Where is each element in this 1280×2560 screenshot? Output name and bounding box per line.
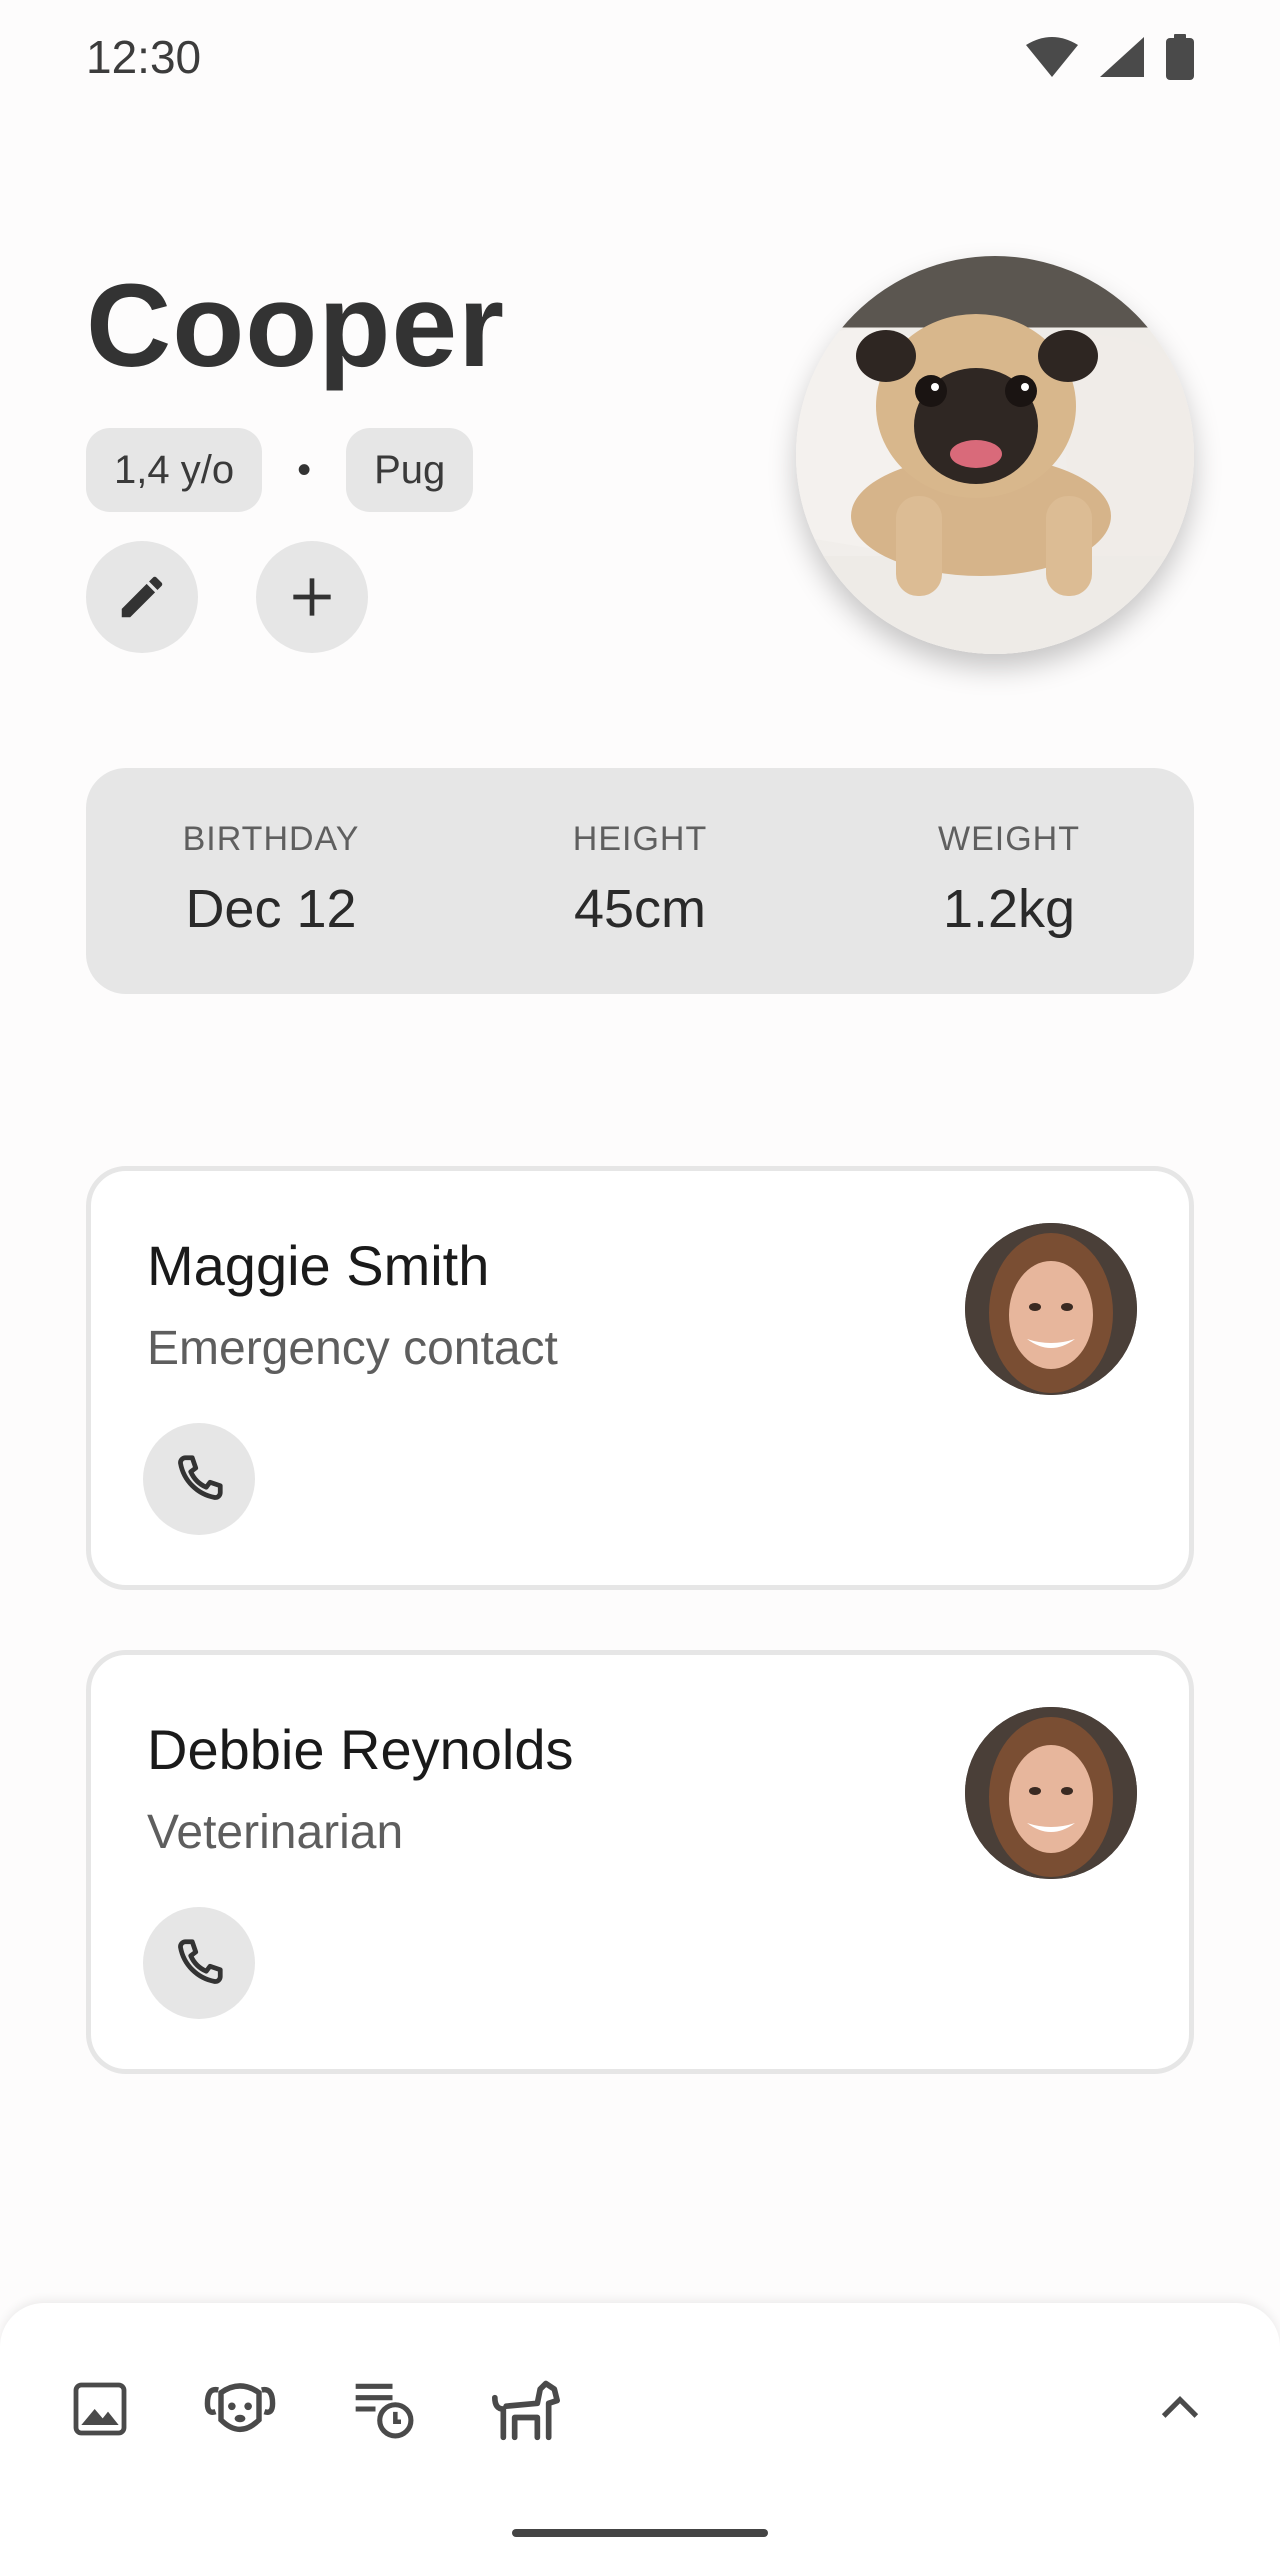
contact-role: Emergency contact — [147, 1322, 558, 1375]
stat-label: HEIGHT — [572, 820, 708, 858]
edit-button[interactable] — [86, 541, 198, 653]
breed-chip: Pug — [346, 428, 474, 512]
pencil-icon — [121, 576, 163, 618]
stat-value: Dec 12 — [185, 879, 357, 939]
cellular-signal-icon — [1100, 37, 1144, 77]
chevron-up-icon — [1161, 2396, 1199, 2418]
pet-stats-card: BIRTHDAY Dec 12 HEIGHT 45cm WEIGHT 1.2kg — [86, 768, 1194, 994]
age-chip: 1,4 y/o — [86, 428, 263, 512]
bottom-app-bar — [0, 2303, 1280, 2560]
contact-card[interactable]: Maggie Smith Emergency contact — [86, 1166, 1194, 1590]
pet-photo — [796, 256, 1194, 654]
contact-name: Maggie Smith — [147, 1234, 490, 1297]
gallery-button[interactable] — [60, 2369, 140, 2449]
pet-actions — [86, 541, 368, 653]
stat-value: 45cm — [573, 879, 707, 939]
contact-card[interactable]: Debbie Reynolds Veterinarian — [86, 1650, 1194, 2074]
status-icons — [1026, 34, 1194, 80]
call-button[interactable] — [143, 1907, 255, 2019]
contact-role: Veterinarian — [147, 1806, 404, 1859]
add-button[interactable] — [256, 541, 368, 653]
status-time: 12:30 — [86, 31, 202, 83]
dog-face-icon — [204, 2383, 276, 2433]
stat-label: BIRTHDAY — [182, 820, 360, 858]
status-bar: 12:30 — [0, 0, 1280, 115]
schedule-list-icon — [355, 2383, 414, 2439]
gesture-handle — [512, 2529, 768, 2537]
stat-value: 1.2kg — [942, 879, 1076, 939]
schedule-button[interactable] — [344, 2369, 424, 2449]
dog-button[interactable] — [486, 2369, 566, 2449]
pet-name: Cooper — [86, 260, 505, 392]
chip-separator: • — [297, 447, 312, 492]
gallery-icon — [73, 2382, 127, 2436]
call-button[interactable] — [143, 1423, 255, 1535]
pug-photo — [796, 314, 1194, 654]
pet-profile-button[interactable] — [200, 2369, 280, 2449]
battery-icon — [1166, 34, 1194, 80]
phone-icon — [178, 1455, 223, 1500]
plus-icon — [293, 578, 331, 616]
avatar — [965, 1223, 1137, 1395]
phone-icon — [178, 1939, 223, 1984]
dog-icon — [492, 2380, 561, 2441]
avatar — [965, 1707, 1137, 1879]
expand-button[interactable] — [1140, 2369, 1220, 2449]
wifi-icon — [1026, 37, 1078, 77]
contact-name: Debbie Reynolds — [147, 1718, 574, 1781]
pet-chips: 1,4 y/o • Pug — [86, 428, 474, 512]
stat-label: WEIGHT — [938, 820, 1080, 858]
